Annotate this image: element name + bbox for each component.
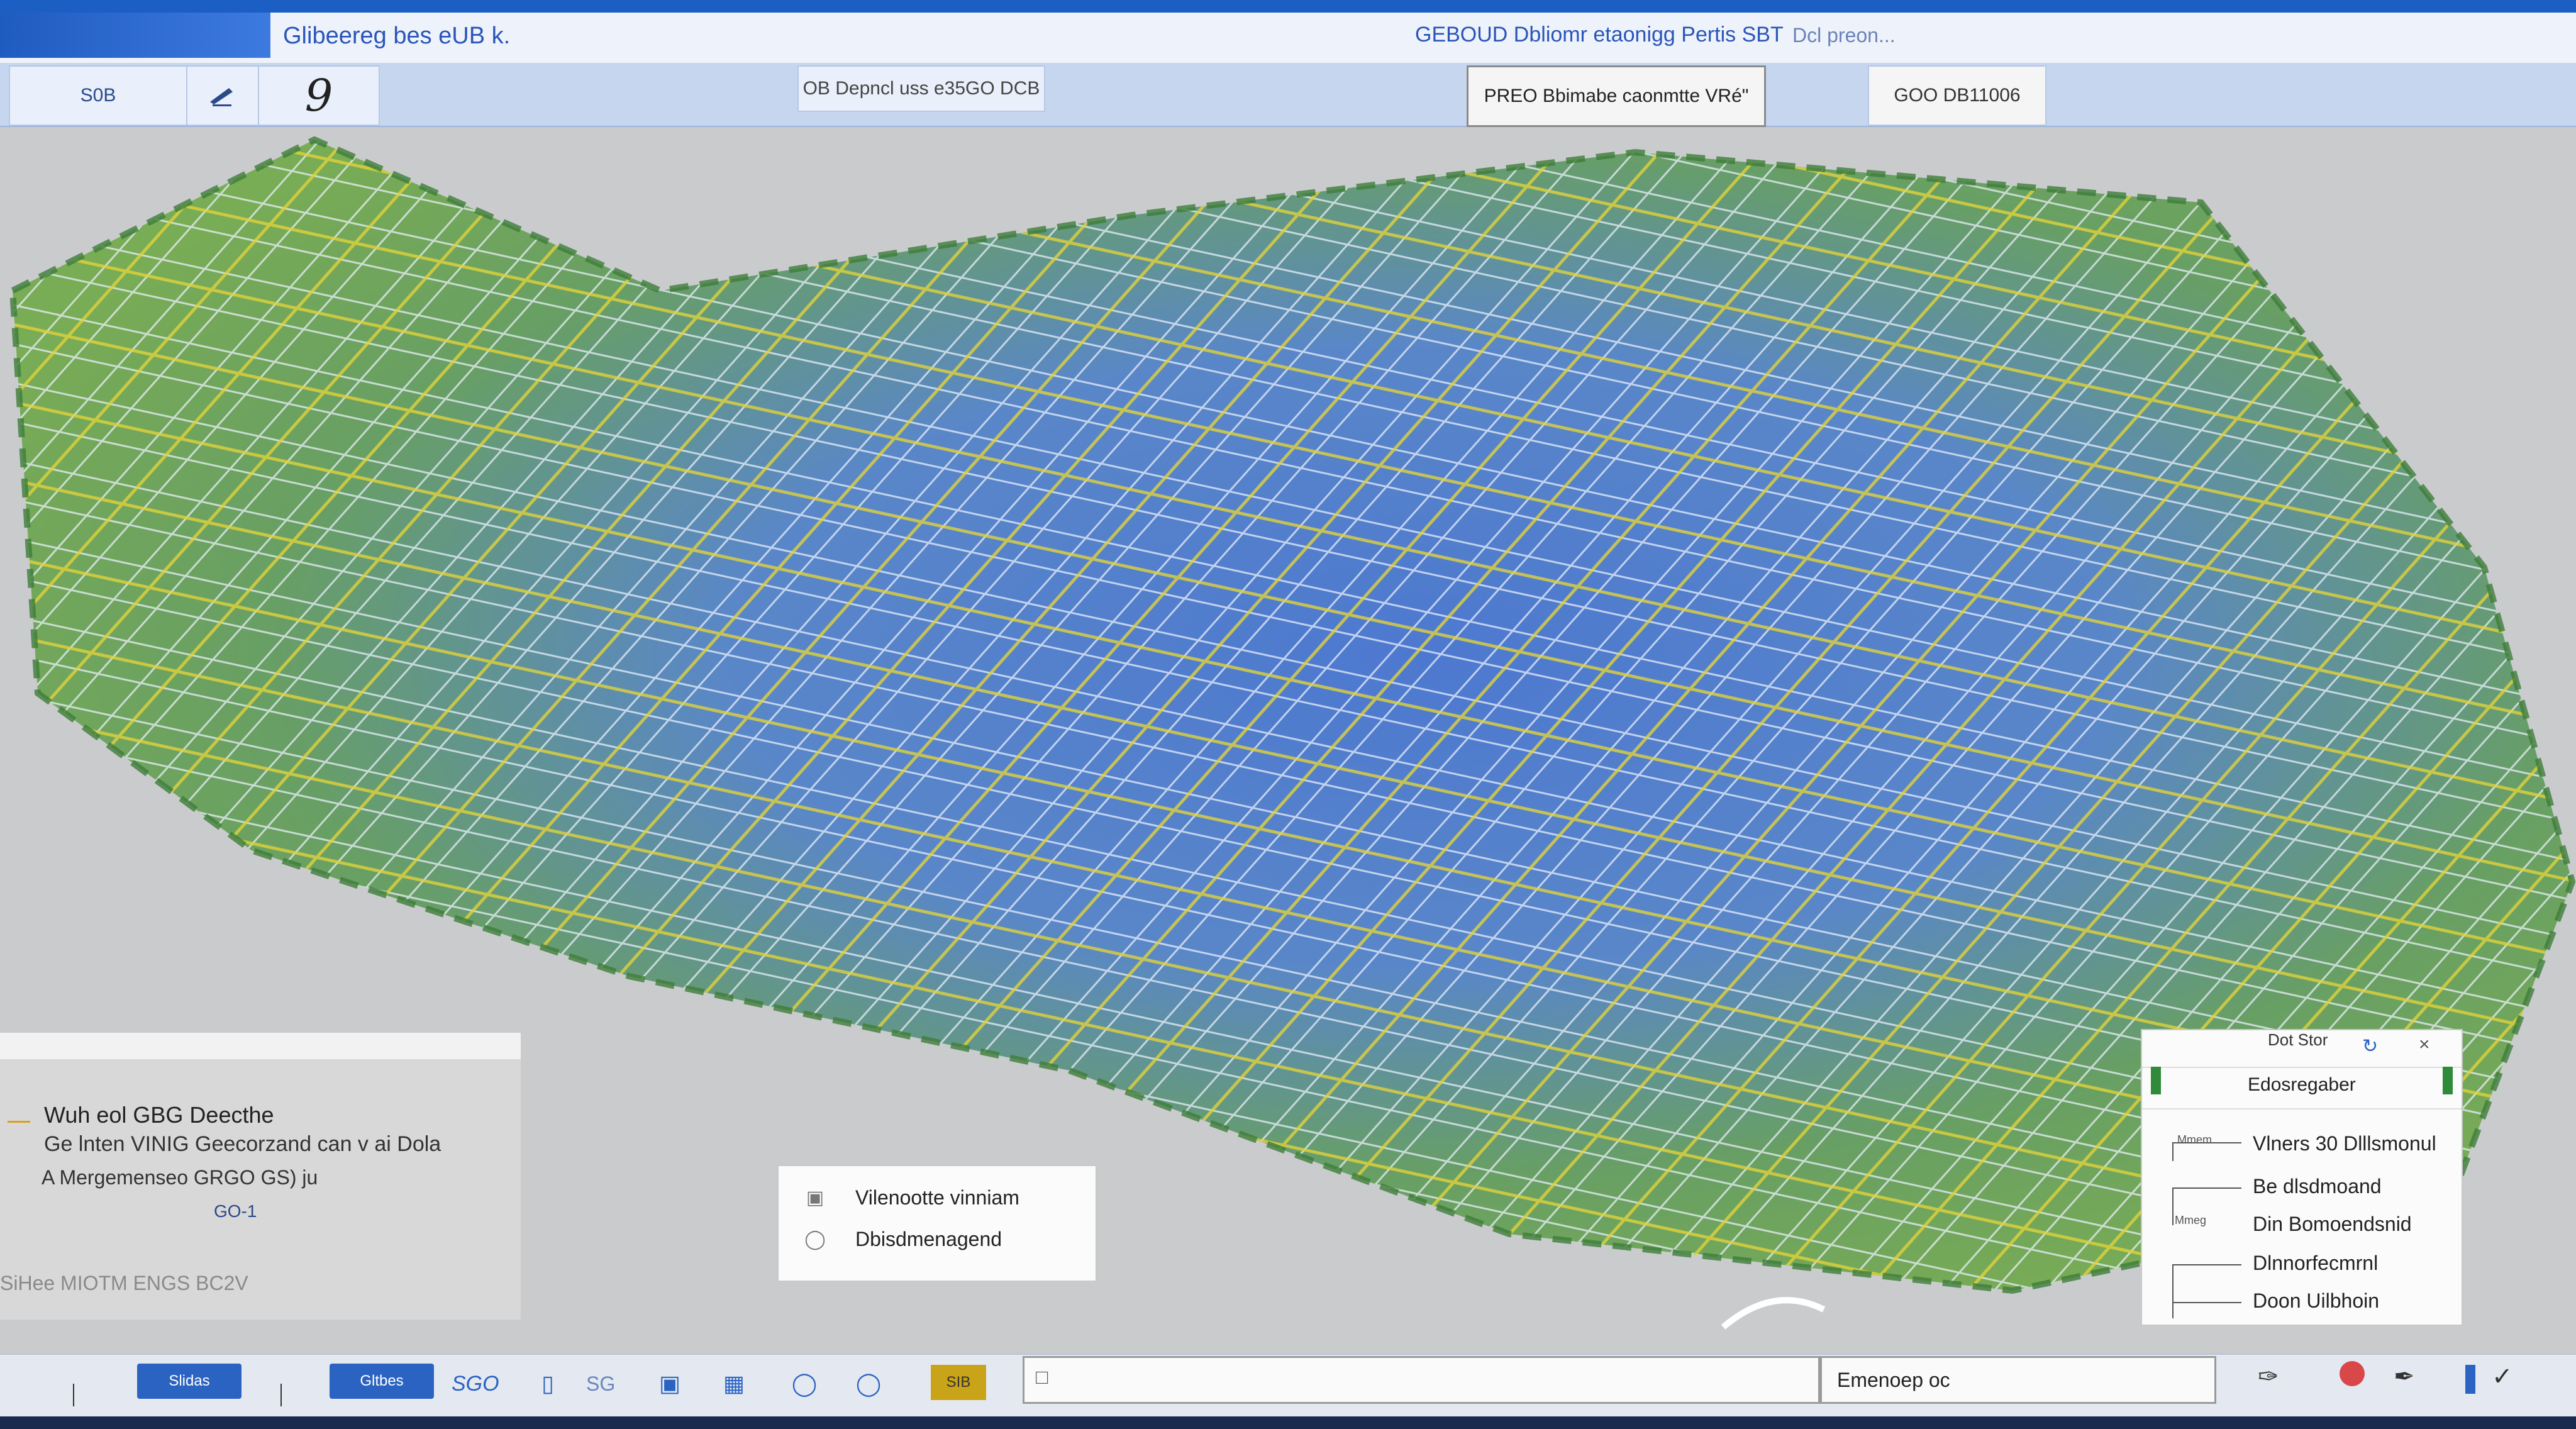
view-selector[interactable]: PREO Bbimabe caonmtte VRé" [1467, 65, 1766, 127]
property-item[interactable]: Din Bomoendsnid [2253, 1213, 2412, 1236]
cylinder-icon[interactable]: ◯ [789, 1369, 820, 1399]
app-logo [0, 13, 270, 58]
property-item[interactable]: Vlners 30 Dlllsmonul [2253, 1132, 2436, 1155]
app-title: Glibeereg bes eUB k. [283, 23, 511, 49]
legend-item[interactable]: ▣ Vilenootte vinniam [802, 1179, 1019, 1216]
info-title: Wuh eol GBG Deecthe [44, 1102, 274, 1128]
extra-tool-icon[interactable]: ✓ [2492, 1362, 2513, 1391]
tree-line [2172, 1302, 2241, 1303]
green-marker [2151, 1067, 2161, 1094]
status-label-2[interactable]: SG [586, 1369, 615, 1399]
table-icon[interactable]: ▦ [718, 1369, 750, 1399]
tree-label: Mmem [2177, 1133, 2212, 1146]
window-bottom-edge [0, 1416, 2576, 1429]
arc-marker [1721, 1297, 1826, 1330]
command-input[interactable]: □ [1023, 1356, 1820, 1404]
properties-title: Edosregaber [2248, 1074, 2356, 1095]
property-item[interactable]: Dlnnorfecmrnl [2253, 1252, 2378, 1275]
legend-label: Dbisdmenagend [855, 1227, 1002, 1250]
globes-button[interactable]: Gltbes [330, 1364, 434, 1399]
comment-icon[interactable]: ▯ [532, 1369, 564, 1399]
circle-icon: ◯ [804, 1228, 826, 1250]
divider [280, 1384, 282, 1406]
undo-icon[interactable]: 9 [258, 65, 380, 126]
tree-line [2172, 1187, 2174, 1225]
green-marker [2443, 1067, 2453, 1094]
info-badge: GO-1 [214, 1201, 257, 1221]
info-marker [8, 1121, 30, 1123]
tree-line [2172, 1264, 2241, 1265]
document-subtitle: Dcl preon... [1792, 24, 1896, 47]
tree-line [2172, 1142, 2174, 1161]
tree-label: Mmeg [2175, 1214, 2207, 1226]
property-item[interactable]: Be dlsdmoand [2253, 1175, 2382, 1198]
slides-button[interactable]: Slidas [137, 1364, 242, 1399]
legend-item[interactable]: ◯ Dbisdmenagend [802, 1220, 1002, 1258]
image-icon[interactable]: ▣ [654, 1369, 686, 1399]
status-label-1[interactable]: SGO [452, 1369, 499, 1399]
document-title: GEBOUD Dbliomr etaonigg Pertis SBT [1415, 23, 1784, 47]
info-line-1: Ge lnten VINIG Geecorzand can v ai Dola [44, 1132, 441, 1156]
chat-icon[interactable]: ◯ [853, 1369, 884, 1399]
command-value[interactable]: Emenoep oc [1820, 1356, 2216, 1404]
brush-icon[interactable]: ✑ [2258, 1362, 2279, 1391]
tree-line [2172, 1187, 2241, 1189]
tree-line [2172, 1264, 2174, 1318]
dependencies-label: OB Depncl uss e35GO DCB [797, 65, 1045, 112]
property-item[interactable]: Doon Uilbhoin [2253, 1289, 2379, 1313]
marker-icon[interactable] [2465, 1365, 2475, 1394]
legend-label: Vilenootte vinniam [855, 1186, 1019, 1209]
arrow-icon[interactable]: ↻ [2362, 1035, 2378, 1057]
info-panel-header [0, 1033, 521, 1059]
input-icon: □ [1036, 1365, 1048, 1388]
close-icon[interactable]: × [2419, 1034, 2430, 1055]
toolbar [0, 63, 2576, 127]
legend-popup: ▣ Vilenootte vinniam ◯ Dbisdmenagend [777, 1165, 1097, 1282]
value-box[interactable]: GOO DB11006 [1868, 65, 2046, 126]
info-panel: Wuh eol GBG Deecthe Ge lnten VINIG Geeco… [0, 1033, 521, 1320]
info-footer: SiHee MIOTM ENGS BC2V [0, 1272, 248, 1294]
divider [73, 1384, 74, 1406]
record-icon[interactable] [2340, 1361, 2365, 1386]
pen-icon[interactable] [186, 65, 259, 126]
info-line-2: A Mergemenseo GRGO GS) ju [42, 1166, 318, 1189]
properties-panel: Dot Stor ↻ × Edosregaber Mmem Vlners 30 … [2141, 1029, 2463, 1326]
highlight-badge[interactable]: SIB [931, 1365, 986, 1400]
pen-tool-icon[interactable]: ✒ [2394, 1362, 2415, 1391]
properties-header: Dot Stor [2268, 1030, 2328, 1049]
toolbar-field[interactable]: S0B [9, 65, 187, 126]
grid-icon: ▣ [806, 1187, 824, 1208]
